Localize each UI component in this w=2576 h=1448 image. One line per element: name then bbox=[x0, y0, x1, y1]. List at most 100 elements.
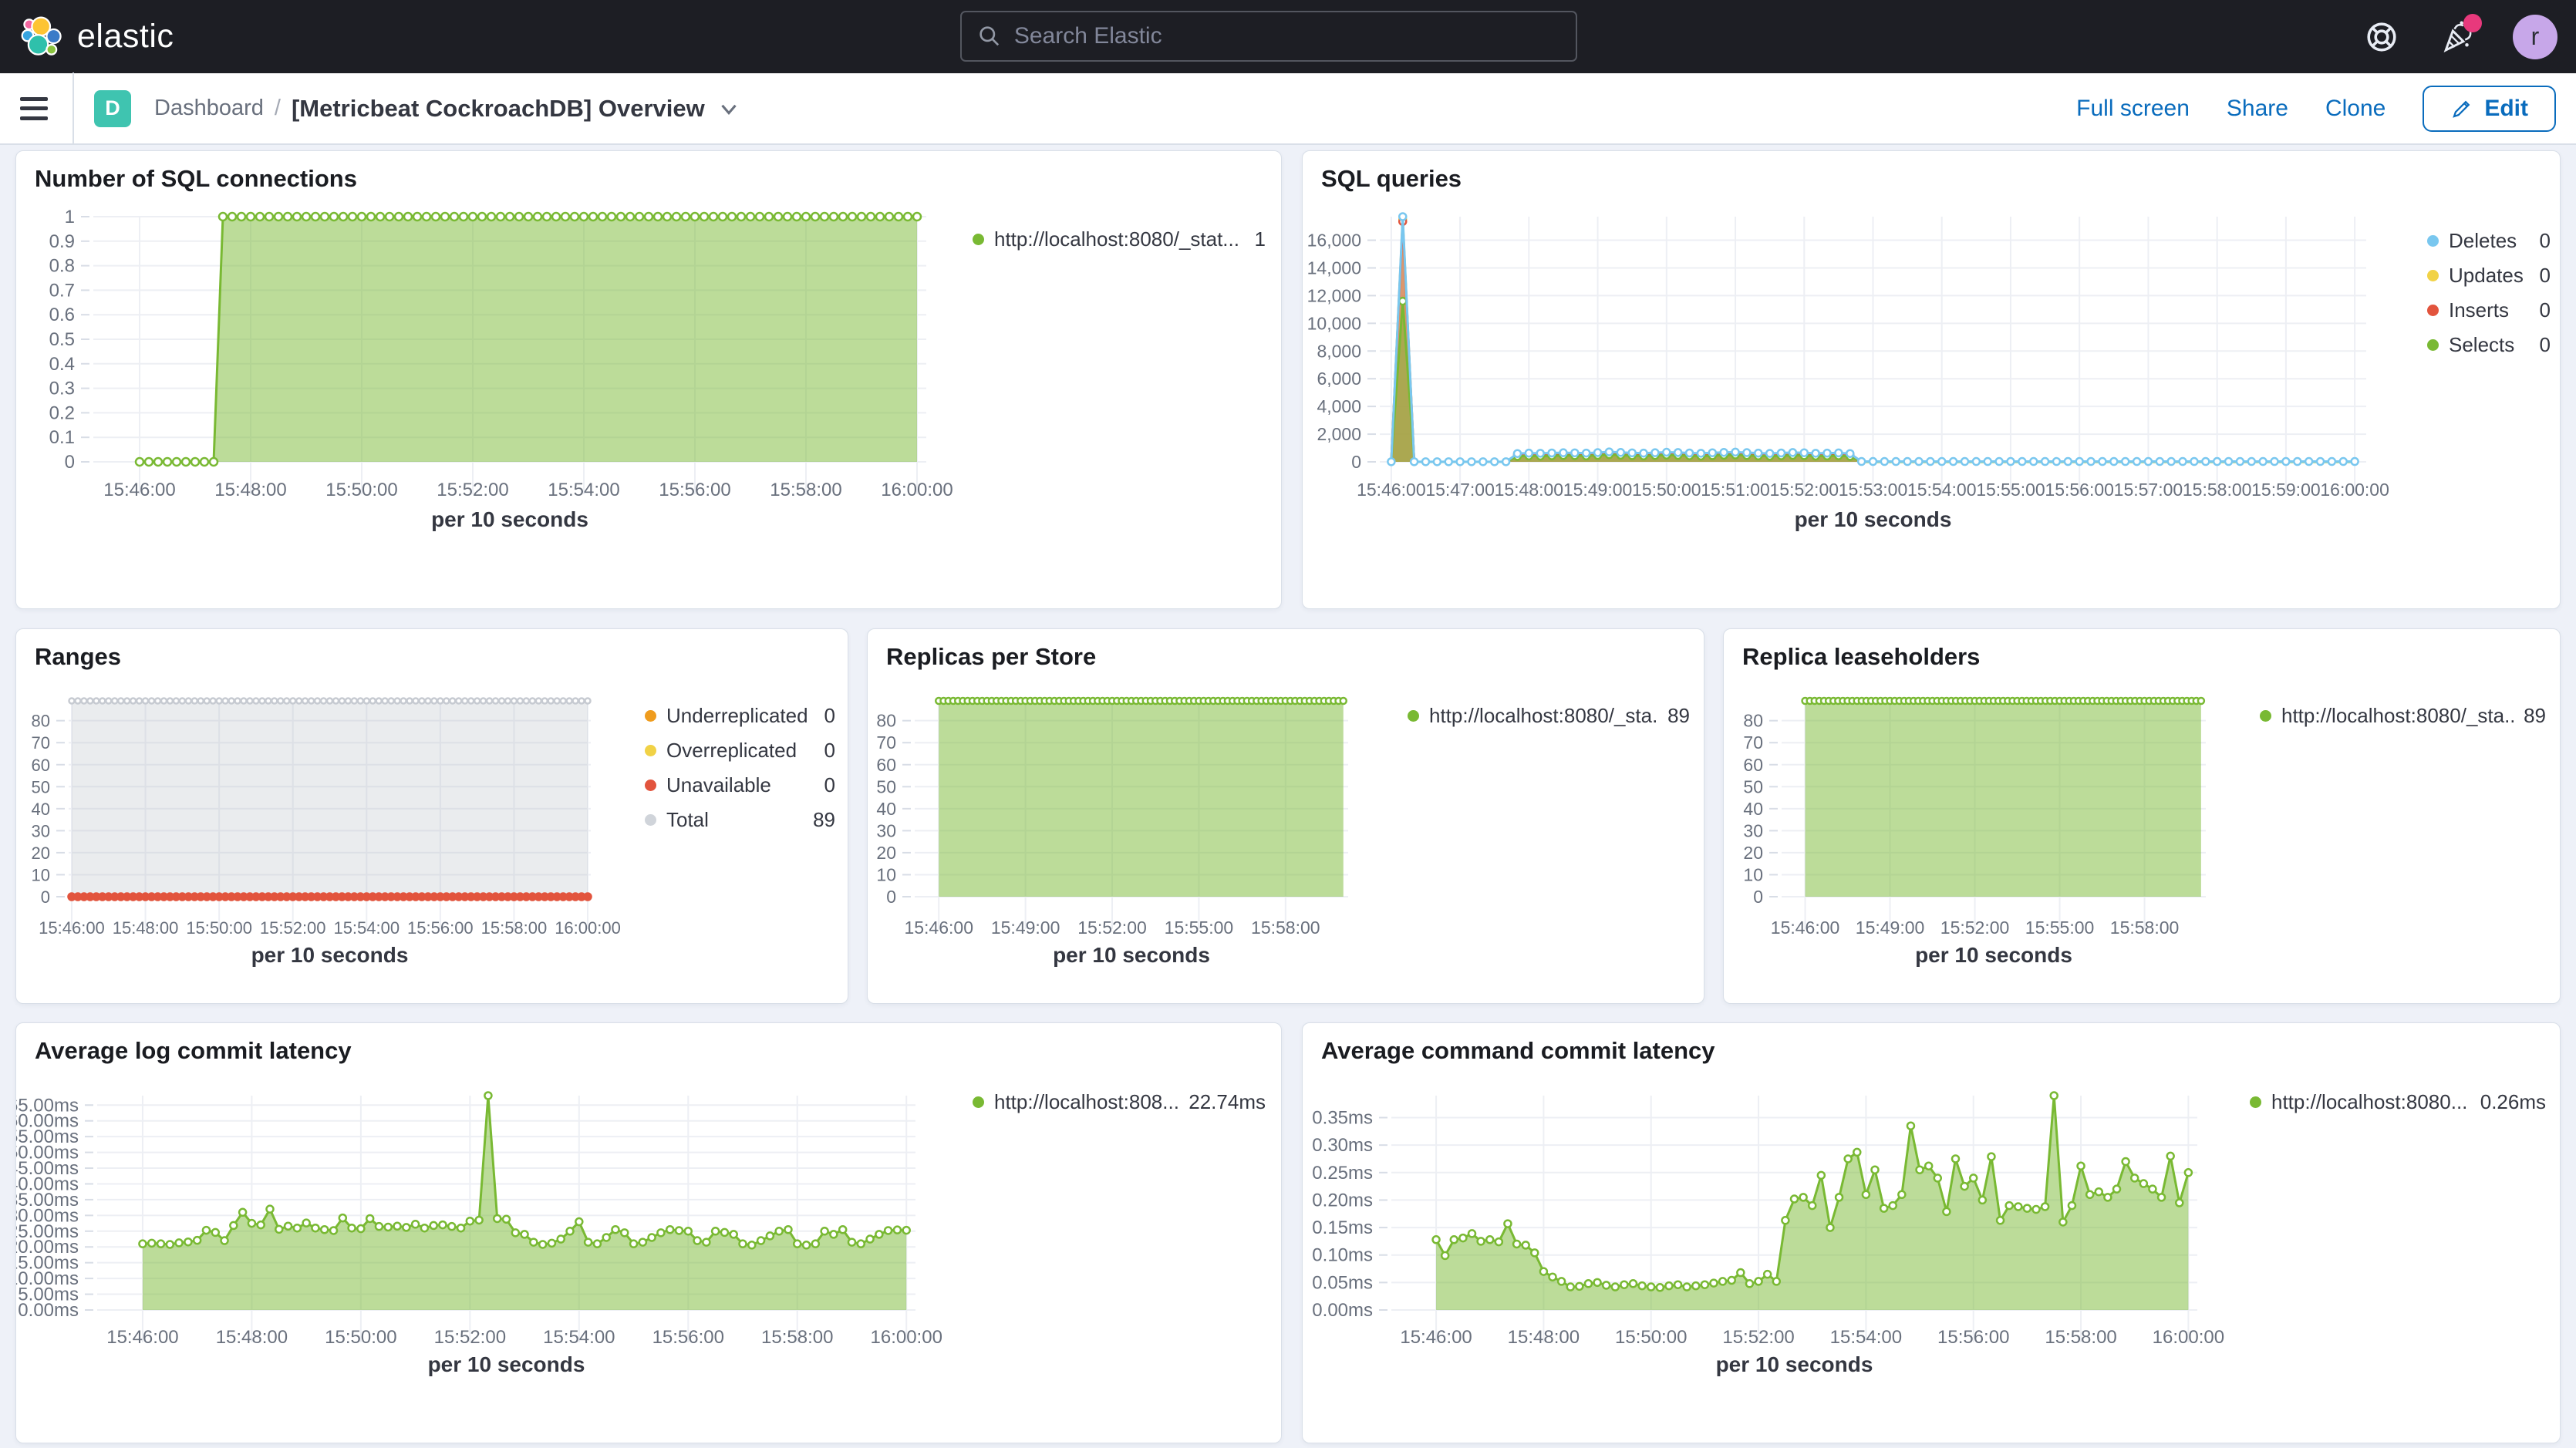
legend-replicas-per-store: http://localhost:8080/_sta...89 bbox=[1408, 699, 1690, 733]
svg-text:30: 30 bbox=[1743, 820, 1763, 840]
svg-text:70: 70 bbox=[32, 733, 50, 753]
svg-text:0.15ms: 0.15ms bbox=[1312, 1217, 1373, 1238]
user-avatar[interactable]: r bbox=[2513, 15, 2557, 59]
panel-log-commit-latency: Average log commit latency 15:46:0015:48… bbox=[15, 1022, 1282, 1443]
svg-text:6,000: 6,000 bbox=[1317, 369, 1361, 389]
elastic-logo[interactable]: elastic bbox=[20, 15, 174, 59]
dashboard-toolbar: D Dashboard / [Metricbeat CockroachDB] O… bbox=[0, 73, 2576, 145]
svg-text:15:48:00: 15:48:00 bbox=[214, 480, 286, 500]
edit-button-label: Edit bbox=[2484, 96, 2528, 122]
svg-text:8,000: 8,000 bbox=[1317, 341, 1361, 361]
edit-button[interactable]: Edit bbox=[2423, 86, 2556, 132]
svg-text:15:56:00: 15:56:00 bbox=[659, 480, 730, 500]
svg-text:70: 70 bbox=[1743, 732, 1763, 753]
legend-value: 0 bbox=[2540, 333, 2551, 357]
svg-text:15:50:00: 15:50:00 bbox=[1615, 1327, 1687, 1348]
svg-text:10: 10 bbox=[32, 865, 50, 884]
elastic-logo-icon bbox=[20, 15, 65, 59]
svg-text:15:46:00: 15:46:00 bbox=[904, 918, 973, 938]
legend-label: http://localhost:8080/_sta... bbox=[1429, 704, 1657, 728]
help-button[interactable] bbox=[2362, 17, 2402, 57]
svg-text:0: 0 bbox=[886, 887, 896, 907]
breadcrumb-separator: / bbox=[275, 96, 281, 121]
svg-text:15:52:00: 15:52:00 bbox=[437, 480, 508, 500]
svg-text:0: 0 bbox=[65, 452, 75, 473]
svg-text:0.00ms: 0.00ms bbox=[1312, 1300, 1373, 1321]
legend-value: 0 bbox=[824, 739, 835, 763]
help-icon bbox=[2363, 19, 2400, 56]
legend-dot bbox=[645, 745, 656, 756]
space-badge[interactable]: D bbox=[94, 90, 131, 127]
legend-dot bbox=[2260, 710, 2271, 722]
legend-item[interactable]: http://localhost:8080/_sta...89 bbox=[1408, 699, 1690, 733]
legend-item[interactable]: http://localhost:8080/_sta...89 bbox=[2260, 699, 2546, 733]
legend-label: http://localhost:8080/_stat... bbox=[994, 227, 1245, 251]
svg-text:per 10 seconds: per 10 seconds bbox=[431, 507, 588, 531]
svg-text:per 10 seconds: per 10 seconds bbox=[1053, 943, 1210, 967]
page-title[interactable]: [Metricbeat CockroachDB] Overview bbox=[292, 95, 705, 123]
legend-label: Total bbox=[666, 808, 803, 832]
svg-text:15:56:00: 15:56:00 bbox=[2045, 480, 2114, 500]
legend-item[interactable]: Inserts0 bbox=[2427, 293, 2551, 328]
svg-text:16:00:00: 16:00:00 bbox=[881, 480, 953, 500]
legend-item[interactable]: Unavailable0 bbox=[645, 768, 835, 803]
legend-value: 89 bbox=[813, 808, 835, 832]
svg-text:4,000: 4,000 bbox=[1317, 396, 1361, 416]
chart-sql-connections[interactable]: 15:46:0015:48:0015:50:0015:52:0015:54:00… bbox=[16, 151, 1283, 610]
panel-replica-leaseholders: Replica leaseholders 15:46:0015:49:0015:… bbox=[1723, 628, 2561, 1004]
svg-text:per 10 seconds: per 10 seconds bbox=[428, 1352, 585, 1376]
svg-text:60: 60 bbox=[1743, 755, 1763, 775]
svg-text:0.25ms: 0.25ms bbox=[1312, 1163, 1373, 1184]
menu-button[interactable] bbox=[20, 97, 51, 120]
chart-replica-leaseholders[interactable]: 15:46:0015:49:0015:52:0015:55:0015:58:00… bbox=[1724, 629, 2561, 1005]
legend-label: Updates bbox=[2449, 264, 2530, 288]
global-search[interactable] bbox=[960, 11, 1577, 62]
svg-text:per 10 seconds: per 10 seconds bbox=[1915, 943, 2072, 967]
chart-sql-queries[interactable]: 15:46:0015:47:0015:48:0015:49:0015:50:00… bbox=[1303, 151, 2561, 610]
svg-text:0.5: 0.5 bbox=[49, 329, 75, 350]
legend-item[interactable]: http://localhost:808...22.74ms bbox=[973, 1085, 1266, 1120]
legend-item[interactable]: Overreplicated0 bbox=[645, 733, 835, 768]
svg-text:per 10 seconds: per 10 seconds bbox=[251, 943, 409, 967]
legend-label: http://localhost:8080/_sta... bbox=[2281, 704, 2514, 728]
svg-text:15:54:00: 15:54:00 bbox=[548, 480, 619, 500]
svg-text:15:46:00: 15:46:00 bbox=[103, 480, 175, 500]
svg-text:40: 40 bbox=[32, 800, 50, 819]
svg-text:15:52:00: 15:52:00 bbox=[260, 918, 326, 938]
svg-text:16,000: 16,000 bbox=[1307, 231, 1361, 251]
breadcrumb-dashboard[interactable]: Dashboard bbox=[154, 96, 264, 121]
share-button[interactable]: Share bbox=[2227, 96, 2288, 122]
full-screen-button[interactable]: Full screen bbox=[2076, 96, 2190, 122]
svg-text:0: 0 bbox=[1753, 887, 1763, 907]
svg-text:0.4: 0.4 bbox=[49, 354, 75, 375]
legend-item[interactable]: Deletes0 bbox=[2427, 224, 2551, 258]
toolbar-divider bbox=[72, 72, 74, 144]
legend-value: 1 bbox=[1255, 227, 1266, 251]
hamburger-icon bbox=[20, 97, 48, 101]
legend-replica-leaseholders: http://localhost:8080/_sta...89 bbox=[2260, 699, 2546, 733]
search-input[interactable] bbox=[1014, 23, 1560, 49]
svg-text:15:52:00: 15:52:00 bbox=[1770, 480, 1839, 500]
legend-value: 22.74ms bbox=[1189, 1090, 1266, 1114]
svg-text:0.6: 0.6 bbox=[49, 305, 75, 325]
chart-replicas-per-store[interactable]: 15:46:0015:49:0015:52:0015:55:0015:58:00… bbox=[868, 629, 1705, 1005]
svg-text:15:46:00: 15:46:00 bbox=[1400, 1327, 1472, 1348]
legend-item[interactable]: http://localhost:8080/_stat... 1 bbox=[973, 222, 1266, 257]
legend-dot bbox=[645, 814, 656, 826]
svg-text:10: 10 bbox=[876, 864, 896, 884]
legend-label: http://localhost:8080... bbox=[2271, 1090, 2470, 1114]
legend-item[interactable]: Selects0 bbox=[2427, 328, 2551, 362]
legend-item[interactable]: Underreplicated0 bbox=[645, 699, 835, 733]
legend-item[interactable]: http://localhost:8080...0.26ms bbox=[2250, 1085, 2546, 1120]
svg-text:per 10 seconds: per 10 seconds bbox=[1795, 507, 1952, 531]
legend-sql-connections: http://localhost:8080/_stat... 1 bbox=[973, 222, 1266, 257]
title-menu-button[interactable] bbox=[716, 96, 742, 122]
svg-text:20: 20 bbox=[32, 844, 50, 863]
app-header: elastic bbox=[0, 0, 2576, 73]
clone-button[interactable]: Clone bbox=[2325, 96, 2385, 122]
svg-text:16:00:00: 16:00:00 bbox=[2320, 480, 2389, 500]
brand-wordmark: elastic bbox=[77, 18, 174, 56]
news-button[interactable] bbox=[2437, 17, 2477, 57]
legend-item[interactable]: Updates0 bbox=[2427, 258, 2551, 293]
legend-item[interactable]: Total 89 bbox=[645, 803, 835, 837]
